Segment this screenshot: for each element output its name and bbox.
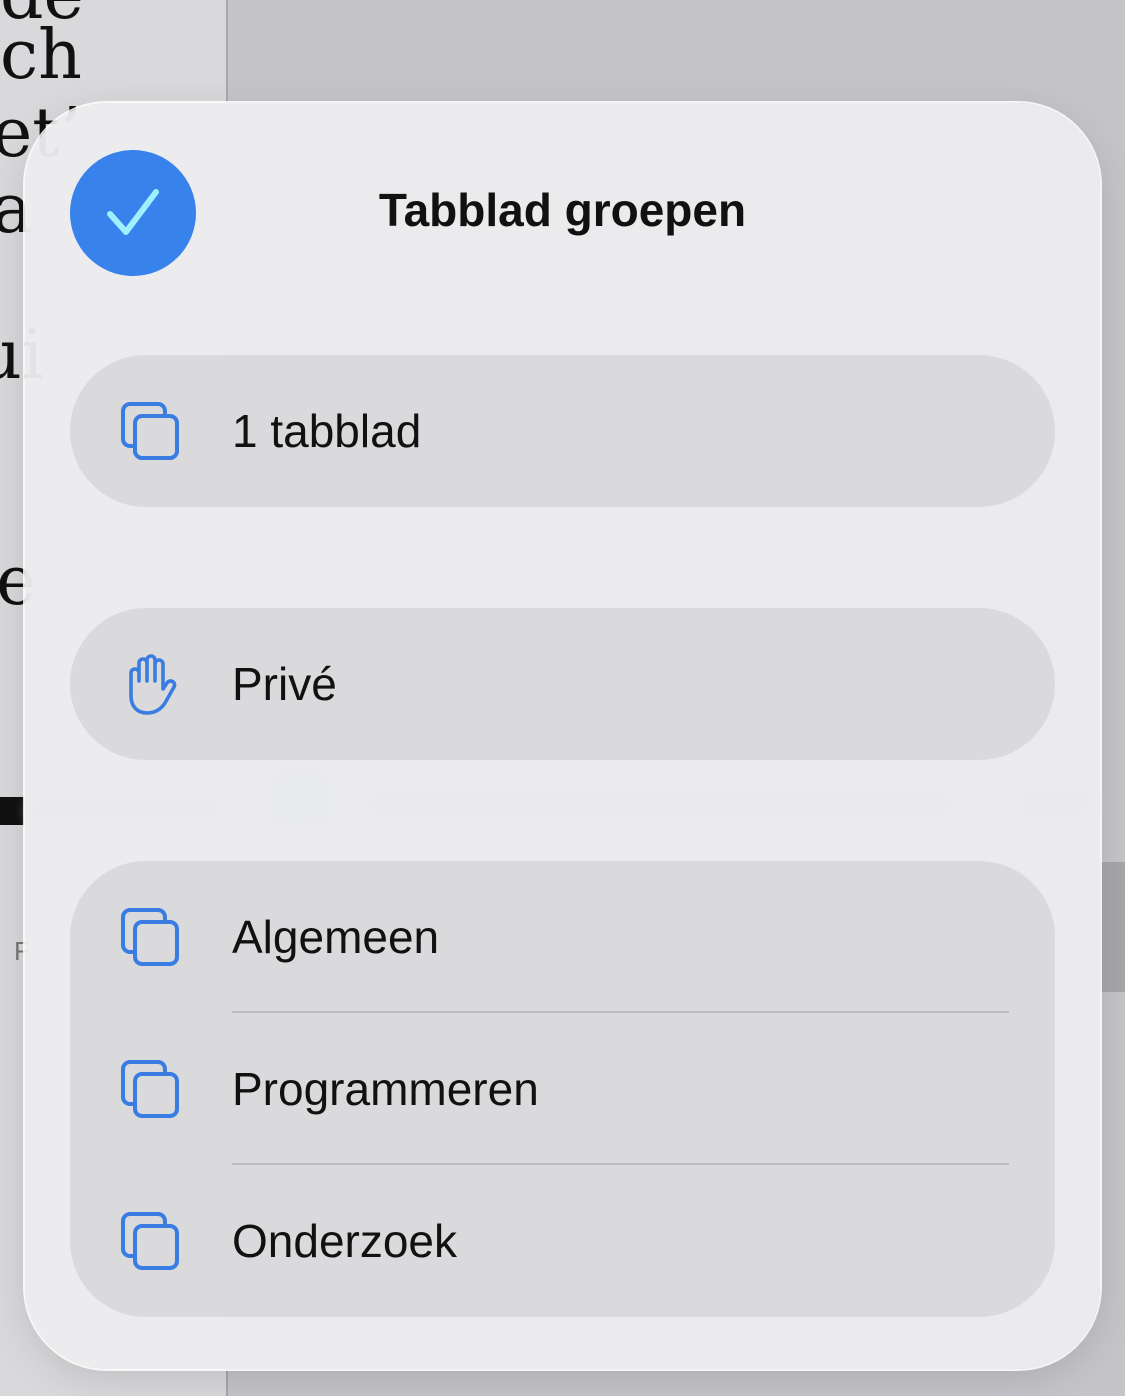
tabs-icon: [117, 1208, 183, 1274]
private-group: Privé: [70, 608, 1055, 760]
menu-item-algemeen[interactable]: Algemeen: [70, 861, 1055, 1013]
menu-item-prive[interactable]: Privé: [70, 608, 1055, 760]
popover-title: Tabblad groepen: [378, 184, 747, 236]
menu-item-label: Programmeren: [232, 1063, 539, 1115]
hand-raised-icon: [117, 651, 183, 717]
menu-item-label: 1 tabblad: [232, 405, 422, 457]
menu-item-onderzoek[interactable]: Onderzoek: [70, 1165, 1055, 1317]
menu-item-1-tabblad[interactable]: 1 tabblad: [70, 355, 1055, 507]
checkmark-icon: [102, 182, 164, 244]
tab-group-popover: Tabblad groepen 1 tabblad Privé Algemeen…: [25, 103, 1100, 1369]
tabs-icon: [117, 398, 183, 464]
current-tabs-group: 1 tabblad: [70, 355, 1055, 507]
background-text: ch: [0, 16, 82, 95]
tabs-icon: [117, 1056, 183, 1122]
menu-item-label: Privé: [232, 658, 337, 710]
menu-item-label: Algemeen: [232, 911, 440, 963]
tabs-icon: [117, 904, 183, 970]
done-button[interactable]: [70, 150, 196, 276]
background-bar: [0, 797, 24, 825]
tab-groups-list: Algemeen Programmeren Onderzoek: [70, 861, 1055, 1317]
menu-item-label: Onderzoek: [232, 1215, 458, 1267]
background-panel: [1100, 862, 1125, 992]
menu-item-programmeren[interactable]: Programmeren: [70, 1013, 1055, 1165]
